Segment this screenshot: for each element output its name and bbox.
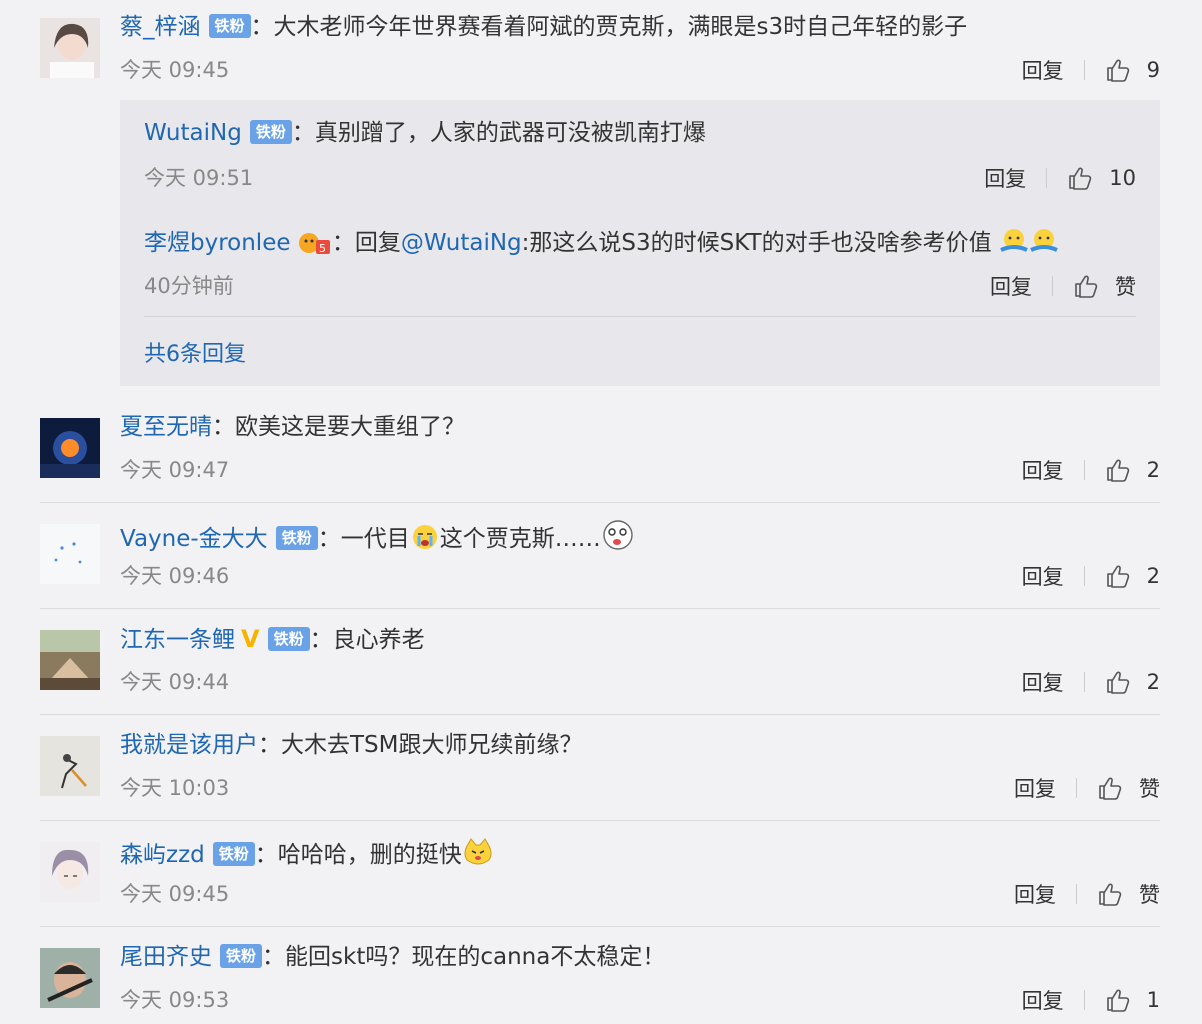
comment-text-continued: 这个贾克斯…… bbox=[439, 526, 601, 552]
reply-text: 回复 bbox=[354, 230, 401, 256]
reply-button[interactable]: 回复 bbox=[1022, 985, 1064, 1015]
divider bbox=[40, 820, 1160, 821]
username[interactable]: 蔡_梓涵 bbox=[120, 14, 201, 40]
divider bbox=[40, 502, 1160, 503]
reply-button[interactable]: 回复 bbox=[1022, 55, 1064, 85]
avatar[interactable] bbox=[40, 630, 100, 690]
timestamp: 今天 09:45 bbox=[120, 882, 230, 906]
timestamp: 今天 09:53 bbox=[120, 988, 230, 1012]
comment-text: 一代目 bbox=[340, 526, 410, 552]
more-replies-link[interactable]: 共6条回复 bbox=[144, 336, 246, 368]
like-count: 9 bbox=[1146, 58, 1160, 82]
username[interactable]: 尾田齐史 bbox=[120, 944, 212, 970]
action-divider bbox=[1083, 566, 1085, 586]
like-count: 2 bbox=[1146, 458, 1160, 482]
fan-badge: 铁粉 bbox=[208, 14, 251, 38]
shrug-emoji-icon bbox=[1030, 229, 1058, 252]
thumbs-up-icon[interactable] bbox=[1105, 457, 1131, 483]
divider bbox=[40, 714, 1160, 715]
comment-text: 能回skt吗？现在的canna不太稳定！ bbox=[285, 944, 666, 970]
shrug-emoji-icon bbox=[1000, 229, 1028, 252]
divider bbox=[40, 608, 1160, 609]
comment-text: 欧美这是要大重组了？ bbox=[235, 414, 465, 440]
reply-text: 真别蹭了，人家的武器可没被凯南打爆 bbox=[314, 120, 706, 146]
avatar[interactable] bbox=[40, 418, 100, 478]
comment-text: 大木老师今年世界赛看着阿斌的贾克斯，满眼是s3时自己年轻的影子 bbox=[273, 14, 968, 40]
cat-emoji-icon bbox=[464, 838, 492, 865]
timestamp: 今天 09:45 bbox=[120, 58, 230, 82]
timestamp: 今天 09:44 bbox=[120, 670, 230, 694]
thumbs-up-icon[interactable] bbox=[1105, 669, 1131, 695]
timestamp: 40分钟前 bbox=[144, 274, 234, 298]
like-count: 2 bbox=[1146, 564, 1160, 588]
username[interactable]: Vayne-金大大 bbox=[120, 526, 268, 552]
comment-text: 良心养老 bbox=[332, 627, 425, 653]
crying-emoji-icon bbox=[412, 525, 437, 549]
action-divider bbox=[1076, 778, 1077, 798]
fan-badge: 铁粉 bbox=[275, 526, 318, 550]
reply-button[interactable]: 回复 bbox=[984, 163, 1026, 193]
divider bbox=[40, 926, 1160, 927]
username[interactable]: 森屿zzd bbox=[120, 842, 205, 868]
like-count: 1 bbox=[1146, 988, 1160, 1012]
avatar[interactable] bbox=[40, 842, 100, 902]
timestamp: 今天 09:47 bbox=[120, 458, 230, 482]
thumbs-up-icon[interactable] bbox=[1097, 881, 1123, 907]
comment-text: 哈哈哈，删的挺快 bbox=[277, 842, 462, 868]
thumbs-up-icon[interactable] bbox=[1105, 57, 1131, 83]
reply-button[interactable]: 回复 bbox=[1022, 455, 1064, 485]
action-divider bbox=[1076, 884, 1077, 904]
action-divider bbox=[1083, 60, 1085, 80]
username[interactable]: 夏至无晴 bbox=[120, 414, 212, 440]
avatar[interactable] bbox=[40, 736, 100, 796]
like-count: 赞 bbox=[1115, 275, 1136, 299]
avatar[interactable] bbox=[40, 948, 100, 1008]
like-count: 2 bbox=[1146, 670, 1160, 694]
mention-link[interactable]: @WutaiNg bbox=[401, 230, 522, 256]
thumbs-up-icon[interactable] bbox=[1097, 775, 1123, 801]
username[interactable]: 江东一条鲤 bbox=[120, 627, 235, 653]
action-divider bbox=[1083, 990, 1085, 1010]
like-count: 赞 bbox=[1139, 883, 1160, 907]
avatar[interactable] bbox=[40, 18, 100, 78]
level-badge-icon: 5 bbox=[298, 233, 330, 255]
action-divider bbox=[1083, 672, 1085, 692]
reply-thread: WutaiNg 铁粉 ：真别蹭了，人家的武器可没被凯南打爆 今天 09:51 回复 … bbox=[120, 100, 1160, 386]
username[interactable]: WutaiNg bbox=[144, 120, 242, 146]
fan-badge: 铁粉 bbox=[212, 842, 255, 866]
reply-text-continued: :那这么说S3的时候SKT的对手也没啥参考价值 bbox=[521, 230, 992, 256]
action-divider bbox=[1046, 168, 1048, 188]
reply-button[interactable]: 回复 bbox=[990, 271, 1032, 301]
avatar[interactable] bbox=[40, 524, 100, 584]
thumbs-up-icon[interactable] bbox=[1105, 987, 1131, 1013]
fan-badge: 铁粉 bbox=[220, 944, 263, 968]
timestamp: 今天 09:51 bbox=[144, 166, 254, 190]
reply-button[interactable]: 回复 bbox=[1022, 561, 1064, 591]
thumbs-up-icon[interactable] bbox=[1073, 273, 1099, 299]
comment-text: 大木去TSM跟大师兄续前缘？ bbox=[281, 732, 583, 758]
verified-v-icon: V bbox=[241, 625, 260, 653]
thumbs-up-icon[interactable] bbox=[1105, 563, 1131, 589]
fan-badge: 铁粉 bbox=[249, 120, 292, 144]
timestamp: 今天 09:46 bbox=[120, 564, 230, 588]
svg-text:5: 5 bbox=[319, 242, 326, 255]
username[interactable]: 李煜byronlee bbox=[144, 230, 291, 256]
timestamp: 今天 10:03 bbox=[120, 776, 230, 800]
dizzy-emoji-icon bbox=[603, 520, 633, 550]
action-divider bbox=[1052, 276, 1053, 296]
like-count: 10 bbox=[1109, 166, 1136, 190]
reply-button[interactable]: 回复 bbox=[1022, 667, 1064, 697]
fan-badge: 铁粉 bbox=[267, 627, 310, 651]
action-divider bbox=[1083, 460, 1085, 480]
reply-button[interactable]: 回复 bbox=[1014, 879, 1056, 909]
thumbs-up-icon[interactable] bbox=[1067, 165, 1093, 191]
like-count: 赞 bbox=[1139, 777, 1160, 801]
divider bbox=[144, 316, 1136, 317]
username[interactable]: 我就是该用户 bbox=[120, 732, 258, 758]
reply-button[interactable]: 回复 bbox=[1014, 773, 1056, 803]
